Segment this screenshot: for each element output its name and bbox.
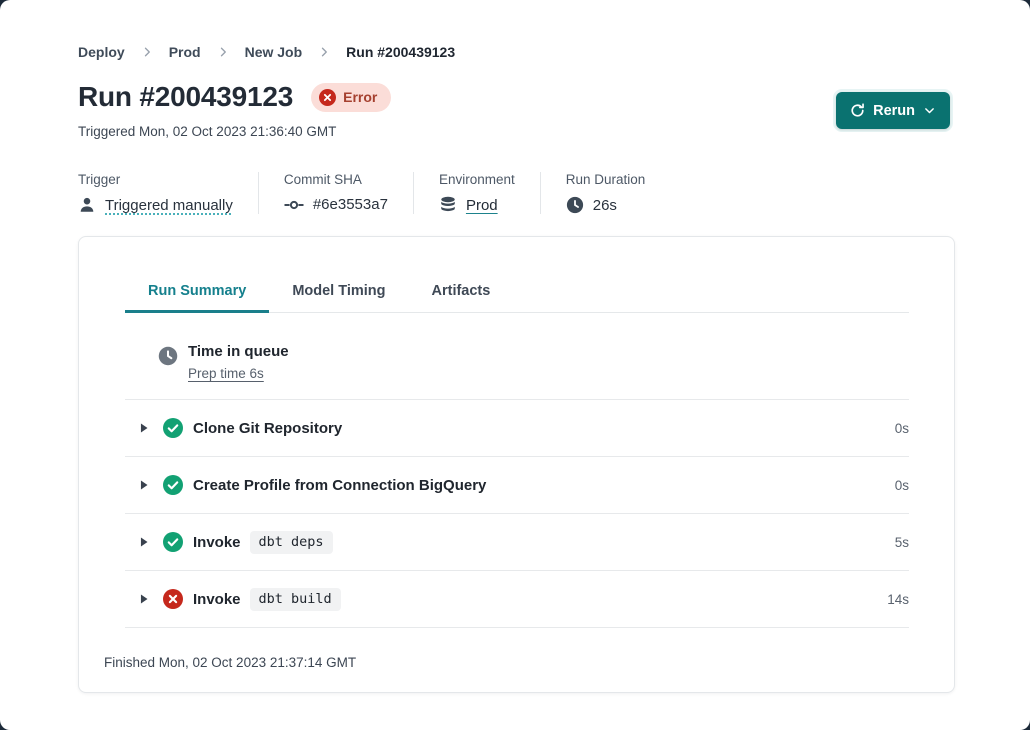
tab-bar: Run Summary Model Timing Artifacts xyxy=(125,271,909,313)
expand-caret-icon[interactable] xyxy=(136,477,152,493)
expand-caret-icon[interactable] xyxy=(136,420,152,436)
step-duration: 14s xyxy=(887,592,909,607)
meta-commit: Commit SHA #6e3553a7 xyxy=(258,172,413,214)
expand-caret-icon[interactable] xyxy=(136,591,152,607)
environment-link[interactable]: Prod xyxy=(466,197,498,214)
step-duration: 5s xyxy=(895,535,909,550)
error-circle-icon xyxy=(319,89,336,106)
step-label: Create Profile from Connection BigQuery xyxy=(193,477,486,494)
person-icon xyxy=(78,196,96,214)
run-detail-page: Deploy Prod New Job Run #200439123 Run #… xyxy=(0,0,1030,730)
meta-duration-label: Run Duration xyxy=(566,172,646,187)
chevron-down-icon xyxy=(923,104,936,117)
tab-run-summary[interactable]: Run Summary xyxy=(125,271,269,313)
time-in-queue-row: Time in queue Prep time 6s xyxy=(125,313,909,400)
tab-artifacts[interactable]: Artifacts xyxy=(409,271,514,313)
breadcrumb-run-id: Run #200439123 xyxy=(346,44,455,60)
success-check-icon xyxy=(163,532,183,552)
step-duration: 0s xyxy=(895,421,909,436)
chevron-right-icon xyxy=(318,46,330,58)
triggered-timestamp: Triggered Mon, 02 Oct 2023 21:36:40 GMT xyxy=(78,124,955,139)
step-row-clone-git: Clone Git Repository 0s xyxy=(125,400,909,457)
chevron-right-icon xyxy=(217,46,229,58)
run-metadata: Trigger Triggered manually Commit SHA #6… xyxy=(78,172,955,214)
chevron-right-icon xyxy=(141,46,153,58)
trigger-value[interactable]: Triggered manually xyxy=(105,197,233,214)
step-row-create-profile: Create Profile from Connection BigQuery … xyxy=(125,457,909,514)
commit-icon xyxy=(284,197,304,213)
step-label: Invoke xyxy=(193,591,241,608)
expand-caret-icon[interactable] xyxy=(136,534,152,550)
command-chip: dbt deps xyxy=(250,531,333,554)
clock-icon xyxy=(158,346,178,366)
database-icon xyxy=(439,196,457,214)
breadcrumb-deploy[interactable]: Deploy xyxy=(78,44,125,60)
status-badge: Error xyxy=(311,83,391,112)
breadcrumb-prod[interactable]: Prod xyxy=(169,44,201,60)
refresh-icon xyxy=(850,103,865,118)
meta-environment-label: Environment xyxy=(439,172,515,187)
meta-environment: Environment Prod xyxy=(413,172,540,214)
breadcrumb: Deploy Prod New Job Run #200439123 xyxy=(78,0,955,60)
command-chip: dbt build xyxy=(250,588,341,611)
tab-model-timing[interactable]: Model Timing xyxy=(269,271,408,313)
prep-time-link[interactable]: Prep time 6s xyxy=(188,366,264,381)
run-summary-card: Run Summary Model Timing Artifacts Time … xyxy=(78,236,955,693)
step-duration: 0s xyxy=(895,478,909,493)
run-duration-value: 26s xyxy=(593,197,617,214)
step-label: Invoke xyxy=(193,534,241,551)
meta-trigger: Trigger Triggered manually xyxy=(78,172,258,214)
rerun-button-label: Rerun xyxy=(873,103,915,119)
commit-sha-value: #6e3553a7 xyxy=(313,196,388,213)
step-row-dbt-deps: Invoke dbt deps 5s xyxy=(125,514,909,571)
breadcrumb-new-job[interactable]: New Job xyxy=(245,44,303,60)
error-circle-icon xyxy=(163,589,183,609)
meta-duration: Run Duration 26s xyxy=(540,172,671,214)
meta-commit-label: Commit SHA xyxy=(284,172,388,187)
success-check-icon xyxy=(163,418,183,438)
status-badge-label: Error xyxy=(343,89,377,105)
meta-trigger-label: Trigger xyxy=(78,172,233,187)
step-label: Clone Git Repository xyxy=(193,420,342,437)
queue-title: Time in queue xyxy=(188,343,289,360)
rerun-button[interactable]: Rerun xyxy=(836,92,950,129)
step-row-dbt-build: Invoke dbt build 14s xyxy=(125,571,909,628)
success-check-icon xyxy=(163,475,183,495)
clock-icon xyxy=(566,196,584,214)
page-title: Run #200439123 xyxy=(78,81,293,113)
finished-timestamp: Finished Mon, 02 Oct 2023 21:37:14 GMT xyxy=(79,628,954,670)
